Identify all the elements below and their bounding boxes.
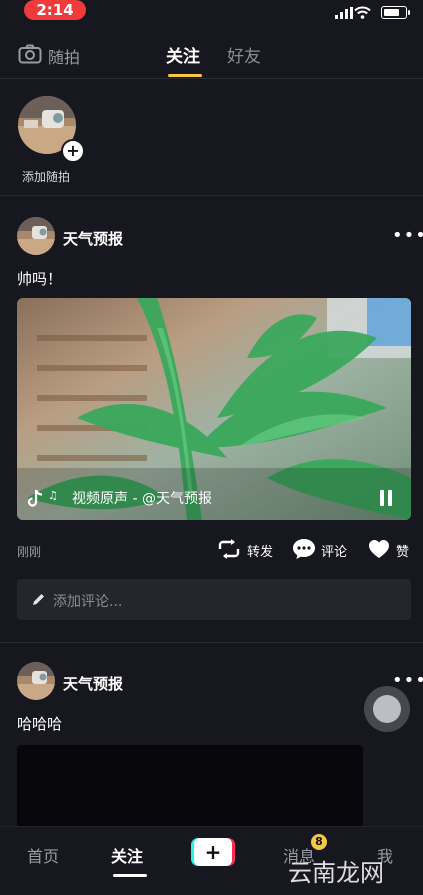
status-time: 2:14: [24, 0, 86, 20]
post-caption: 哈哈哈: [17, 715, 63, 733]
signal-icon: [335, 7, 353, 19]
like-heart-icon[interactable]: [368, 539, 390, 559]
wifi-icon: [354, 6, 371, 19]
comment-placeholder[interactable]: 添加评论...: [53, 591, 122, 611]
post-username[interactable]: 天气预报: [63, 673, 123, 694]
create-plus-icon: +: [194, 838, 232, 866]
add-snap-plus-icon[interactable]: +: [61, 139, 85, 163]
repost-icon[interactable]: [217, 539, 241, 559]
music-note-icon: ♫: [48, 489, 58, 502]
comment-icon[interactable]: [292, 538, 316, 560]
comment-button-label[interactable]: 评论: [321, 541, 347, 560]
tab-follow[interactable]: 关注: [166, 42, 200, 67]
post-caption: 帅吗！: [17, 270, 63, 288]
top-header: 随拍 关注 好友: [0, 30, 423, 79]
post-timestamp: 刚刚: [17, 545, 42, 559]
nav-active-indicator: [113, 874, 147, 877]
post-username[interactable]: 天气预报: [63, 228, 123, 249]
active-tab-indicator: [168, 74, 202, 77]
watermark: 云南龙网: [288, 859, 384, 887]
nav-home[interactable]: 首页: [27, 843, 59, 867]
bottom-nav: 首页 关注 + 消息 8 我 云南龙网: [0, 826, 423, 895]
tab-friends[interactable]: 好友: [227, 42, 261, 67]
create-button[interactable]: +: [191, 838, 235, 866]
battery-level: [384, 9, 399, 16]
pause-icon[interactable]: [378, 489, 394, 507]
pen-icon: [33, 594, 44, 605]
more-options-icon[interactable]: •••: [392, 225, 423, 246]
assistive-touch-button[interactable]: [364, 686, 410, 732]
snap-button-label[interactable]: 随拍: [48, 44, 80, 68]
camera-icon[interactable]: [18, 44, 42, 64]
tiktok-music-icon: [28, 489, 43, 507]
post-video[interactable]: [17, 298, 411, 520]
repost-button-label[interactable]: 转发: [247, 541, 273, 560]
post-avatar[interactable]: [17, 217, 55, 255]
status-bar: 2:14: [0, 0, 423, 26]
battery-icon: [381, 6, 410, 19]
post-video[interactable]: [17, 745, 363, 835]
messages-badge: 8: [311, 834, 327, 850]
like-button-label[interactable]: 赞: [396, 541, 409, 560]
section-divider: [0, 195, 423, 196]
post-avatar[interactable]: [17, 662, 55, 700]
add-snap-label[interactable]: 添加随拍: [22, 168, 70, 185]
audio-source-label[interactable]: 视频原声 - @天气预报: [72, 488, 212, 508]
nav-follow[interactable]: 关注: [111, 843, 143, 867]
post-divider: [0, 642, 423, 643]
